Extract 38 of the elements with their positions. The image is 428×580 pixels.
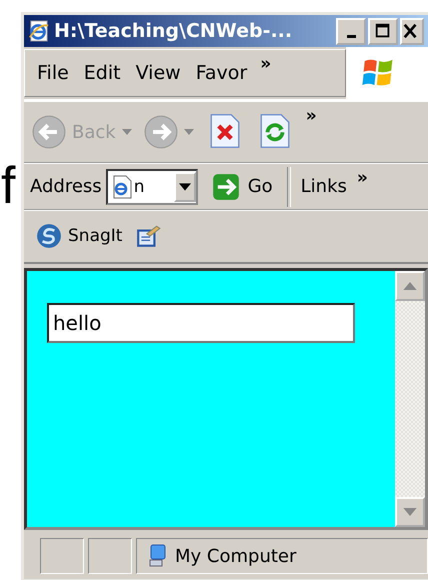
snagit-button[interactable]: SnagIt [32, 223, 126, 250]
vertical-scrollbar[interactable] [395, 270, 425, 528]
up-triangle-icon [403, 282, 417, 290]
swirl-icon [36, 223, 62, 250]
stop-page-icon [210, 112, 240, 149]
address-field[interactable]: n [106, 168, 198, 205]
minimize-button[interactable] [336, 18, 366, 45]
menu-item[interactable]: Favor [190, 62, 256, 84]
text-input[interactable]: hello [47, 302, 355, 343]
menu-item[interactable]: Edit [78, 62, 130, 84]
menu-overflow-button[interactable]: » [256, 54, 276, 74]
stray-letter: f [1, 158, 16, 214]
toolbar-overflow-button[interactable]: » [302, 106, 321, 126]
down-triangle-icon [403, 508, 417, 516]
minimize-icon [346, 34, 356, 38]
menu-item[interactable]: File [31, 62, 78, 84]
close-button[interactable] [400, 18, 424, 45]
menu-item[interactable]: View [130, 62, 190, 84]
links-overflow-button[interactable]: » [352, 168, 372, 188]
status-pane [40, 538, 84, 574]
window-title: H:\Teaching\CNWeb-... [54, 20, 294, 42]
maximize-icon [374, 22, 392, 40]
ie-icon [28, 20, 50, 42]
refresh-page-icon [260, 112, 290, 149]
links-button[interactable]: Links [294, 176, 349, 198]
address-label: Address [30, 176, 102, 198]
maximize-button[interactable] [368, 18, 398, 45]
go-button[interactable]: Go [202, 172, 283, 201]
computer-icon [147, 544, 167, 568]
dropdown-caret-icon [122, 129, 132, 136]
dropdown-caret-icon [184, 129, 194, 136]
notepad-pencil-icon [136, 223, 162, 250]
status-pane [88, 538, 132, 574]
scroll-up-button[interactable] [395, 270, 425, 301]
scroll-down-button[interactable] [395, 497, 425, 528]
dropdown-caret-icon [178, 182, 191, 191]
dropdown-button[interactable] [174, 172, 196, 202]
zone-label: My Computer [175, 546, 296, 567]
